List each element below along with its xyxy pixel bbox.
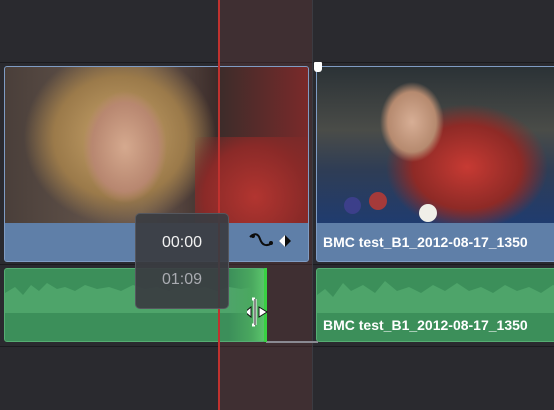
curve-icon[interactable] (248, 231, 292, 256)
clip-title: BMC test_B1_2012-08-17_1350 (323, 234, 528, 250)
trim-tooltip: 00:00 01:09 (135, 213, 229, 309)
playhead[interactable] (218, 0, 220, 410)
edit-point-line (312, 0, 313, 410)
clip-title: BMC test_B1_2012-08-17_1350 (323, 317, 528, 333)
pool-ball-graphic (369, 192, 387, 210)
clip-thumbnail (317, 67, 554, 225)
in-point-marker-icon[interactable] (314, 62, 322, 72)
clip-label-bar: BMC test_B1_2012-08-17_1350 (317, 223, 554, 261)
timeline[interactable]: BMC test_B1_2012-08-17_1350 BMC test_B1_… (0, 0, 554, 410)
clip-thumbnail (5, 67, 308, 225)
gap-indicator (266, 341, 318, 343)
pool-ball-graphic (419, 204, 437, 222)
tooltip-duration: 01:09 (161, 271, 203, 288)
trim-cursor-icon (247, 297, 268, 327)
video-clip-2[interactable]: BMC test_B1_2012-08-17_1350 (316, 66, 554, 262)
audio-waveform (317, 281, 554, 313)
pool-ball-graphic (344, 197, 361, 214)
tooltip-timecode: 00:00 (161, 234, 203, 251)
audio-clip-2[interactable]: BMC test_B1_2012-08-17_1350 (316, 268, 554, 342)
